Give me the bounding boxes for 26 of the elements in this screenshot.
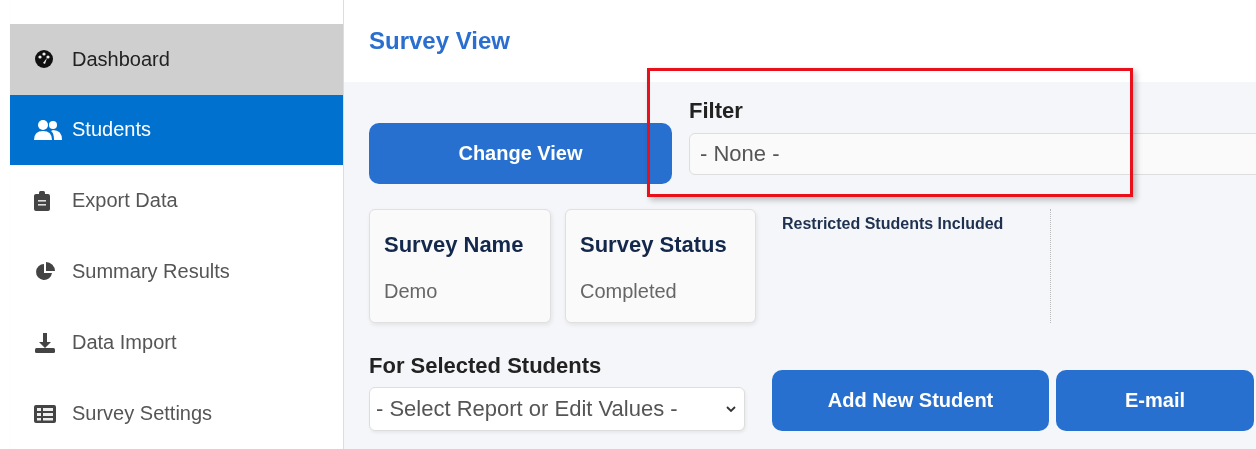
filter-label: Filter (689, 98, 744, 124)
sidebar-item[interactable]: Summary Results (10, 236, 343, 308)
table-icon (34, 404, 56, 423)
sidebar-item[interactable]: Survey Settings (10, 378, 343, 449)
restricted-note: Restricted Students Included (782, 215, 1004, 232)
sidebar-item[interactable]: Students (10, 94, 343, 166)
card-title: Survey Status (580, 232, 728, 258)
card-value: Demo (384, 280, 439, 303)
selected-students-label: For Selected Students (369, 353, 603, 379)
sidebar-item[interactable]: Dashboard (10, 23, 343, 95)
pie-chart-icon (34, 260, 56, 283)
chevron-down-icon (726, 406, 736, 412)
users-icon (34, 118, 62, 141)
card-value: Completed (580, 280, 678, 303)
change-view-button[interactable]: Change View (369, 123, 672, 184)
clipboard-icon (34, 190, 50, 211)
filter-select[interactable]: - None - (689, 133, 1256, 175)
gauge-icon (34, 49, 54, 70)
email-button[interactable]: E-mail (1056, 370, 1254, 431)
sidebar-item[interactable]: Export Data (10, 165, 343, 237)
report-select[interactable]: - Select Report or Edit Values - (369, 387, 745, 431)
sidebar-item[interactable]: Data Import (10, 307, 343, 379)
download-icon (34, 331, 56, 354)
page-title: Survey View (369, 27, 510, 55)
card-title: Survey Name (384, 232, 525, 258)
add-student-button[interactable]: Add New Student (772, 370, 1049, 431)
